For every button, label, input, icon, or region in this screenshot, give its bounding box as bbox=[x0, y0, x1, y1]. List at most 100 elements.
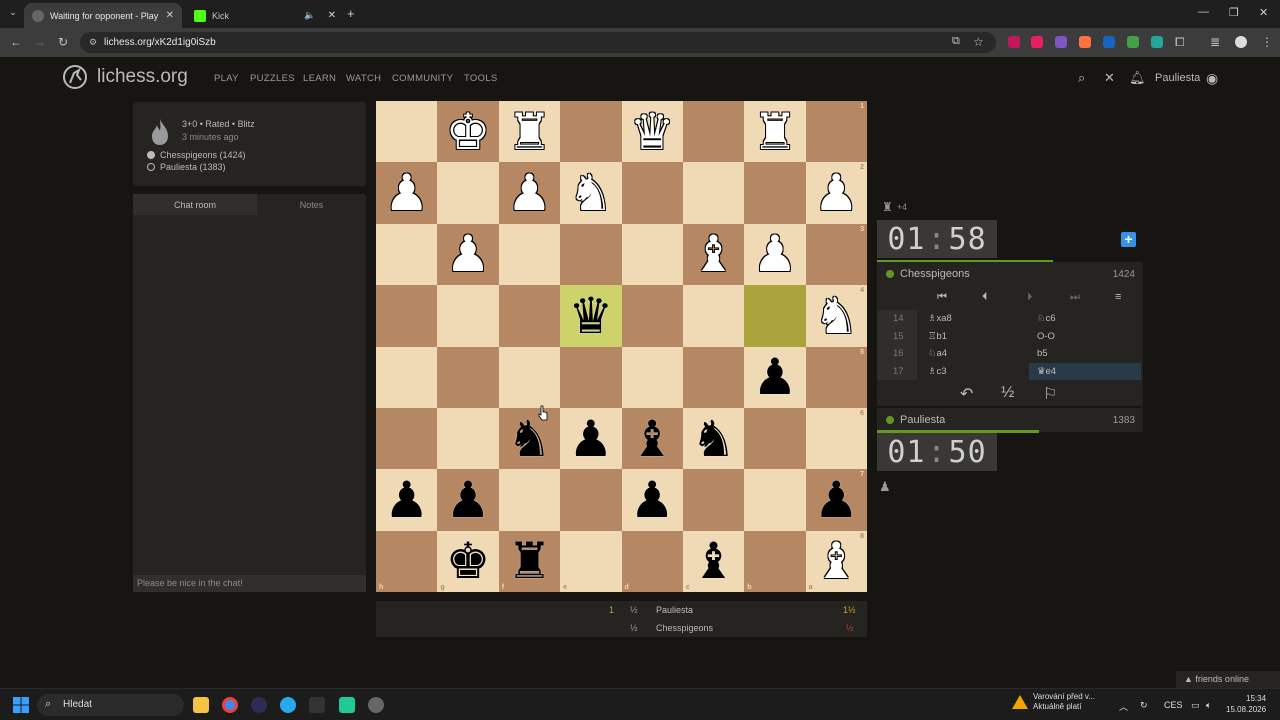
square-c5[interactable] bbox=[682, 346, 745, 408]
square-a7[interactable]: 7 ♟ bbox=[805, 469, 867, 531]
site-info-icon[interactable]: ⚙ bbox=[89, 37, 97, 48]
score-player-name[interactable]: Pauliesta bbox=[656, 605, 693, 615]
square-f7[interactable] bbox=[498, 469, 561, 531]
close-tab-icon[interactable]: ✕ bbox=[166, 10, 174, 21]
black-piece-icon[interactable]: ♞ bbox=[691, 414, 736, 464]
square-g5[interactable] bbox=[437, 346, 499, 408]
nav-tools[interactable]: TOOLS bbox=[464, 73, 498, 84]
white-piece-icon[interactable]: ♟ bbox=[814, 168, 859, 218]
player-white[interactable]: Chesspigeons (1424) bbox=[147, 150, 246, 160]
install-icon[interactable]: ⧉ bbox=[952, 35, 960, 48]
square-h2[interactable]: ♟ bbox=[376, 162, 438, 224]
nav-watch[interactable]: WATCH bbox=[346, 73, 381, 84]
file-explorer-icon[interactable] bbox=[193, 697, 209, 713]
lichess-horse-logo-icon[interactable] bbox=[62, 64, 88, 90]
extensions-puzzle-icon[interactable]: ⧠ bbox=[1175, 35, 1185, 50]
black-move[interactable]: ♛e4 bbox=[1029, 362, 1141, 380]
system-clock[interactable]: 15:34 15.08.2026 bbox=[1226, 693, 1266, 715]
taskbar-search[interactable]: ⌕ Hledat bbox=[37, 694, 184, 716]
square-a1[interactable]: 1 bbox=[805, 101, 867, 163]
new-tab-icon[interactable]: + bbox=[347, 6, 355, 21]
language-indicator[interactable]: CES bbox=[1164, 700, 1183, 710]
square-c8[interactable]: c ♝ bbox=[682, 530, 745, 592]
black-piece-icon[interactable]: ♚ bbox=[446, 536, 491, 586]
square-f4[interactable] bbox=[498, 285, 561, 347]
square-e8[interactable]: e bbox=[560, 530, 622, 592]
square-c2[interactable] bbox=[682, 162, 745, 224]
white-piece-icon[interactable]: ♝ bbox=[691, 229, 736, 279]
square-e5[interactable] bbox=[560, 346, 622, 408]
terminal-icon[interactable] bbox=[309, 697, 325, 713]
extension-icon[interactable] bbox=[1127, 36, 1139, 48]
white-move[interactable]: ♗c3 bbox=[928, 366, 947, 377]
black-piece-icon[interactable]: ♟ bbox=[814, 475, 859, 525]
app-icon[interactable] bbox=[368, 697, 384, 713]
opponent-name-row[interactable]: Chesspigeons 1424 bbox=[877, 262, 1143, 286]
chess-board[interactable]: ♚ ♜ ♛ ♜ 1 ♟ ♟ ♞ 2 ♟ ♟ ♝ ♟ 3 ♛ 4 ♞ ♟ 5 ♞ ♟ ♝ ♞ 6 ♟ ♟ ♟ 7 ♟ h g ♚ f ♜ e d c ♝ b 8… bbox=[376, 101, 867, 592]
extension-icon[interactable] bbox=[1079, 36, 1091, 48]
player-name-row[interactable]: Pauliesta 1383 bbox=[877, 408, 1143, 432]
tab-notes[interactable]: Notes bbox=[257, 194, 366, 215]
square-e2[interactable]: ♞ bbox=[560, 162, 622, 224]
square-e4[interactable]: ♛ bbox=[560, 285, 622, 347]
prev-move-icon[interactable]: ⏴ bbox=[982, 291, 988, 304]
white-move[interactable]: ♖b1 bbox=[928, 331, 947, 342]
telegram-icon[interactable] bbox=[280, 697, 296, 713]
square-f5[interactable] bbox=[498, 346, 561, 408]
app-icon[interactable] bbox=[339, 697, 355, 713]
white-piece-icon[interactable]: ♟ bbox=[753, 229, 798, 279]
site-logo-text[interactable]: lichess.org bbox=[97, 66, 188, 88]
forward-icon[interactable]: → bbox=[34, 35, 46, 49]
white-piece-icon[interactable]: ♟ bbox=[446, 229, 491, 279]
black-piece-icon[interactable]: ♛ bbox=[568, 291, 613, 341]
white-piece-icon[interactable]: ♞ bbox=[568, 168, 613, 218]
back-icon[interactable]: ← bbox=[10, 35, 22, 49]
black-piece-icon[interactable]: ♟ bbox=[630, 475, 675, 525]
square-g2[interactable] bbox=[437, 162, 499, 224]
black-piece-icon[interactable]: ♝ bbox=[691, 536, 736, 586]
black-piece-icon[interactable]: ♟ bbox=[753, 352, 798, 402]
square-h1[interactable] bbox=[376, 101, 438, 163]
opponent-name[interactable]: Chesspigeons bbox=[900, 268, 970, 280]
square-a8[interactable]: 8 a ♝ bbox=[805, 530, 867, 592]
square-g3[interactable]: ♟ bbox=[437, 223, 499, 286]
white-piece-icon[interactable]: ♝ bbox=[814, 536, 859, 586]
extension-icon[interactable] bbox=[1103, 36, 1115, 48]
square-d3[interactable] bbox=[621, 223, 683, 286]
add-time-button[interactable]: + bbox=[1121, 232, 1136, 247]
user-avatar-icon[interactable]: ◉ bbox=[1206, 70, 1218, 87]
white-move[interactable]: ♘a4 bbox=[928, 348, 947, 359]
square-g4[interactable] bbox=[437, 285, 499, 347]
display-icon[interactable]: ▭ bbox=[1191, 700, 1200, 711]
first-move-icon[interactable]: ⏮ bbox=[937, 291, 947, 304]
square-h7[interactable]: ♟ bbox=[376, 469, 438, 531]
square-g1[interactable]: ♚ bbox=[437, 101, 499, 163]
square-e3[interactable] bbox=[560, 223, 622, 286]
square-e1[interactable] bbox=[560, 101, 622, 163]
square-e6[interactable]: ♟ bbox=[560, 407, 622, 470]
black-piece-icon[interactable]: ♟ bbox=[446, 475, 491, 525]
speaker-icon[interactable]: 🔈 bbox=[304, 10, 315, 21]
tray-chevron-icon[interactable]: ︿ bbox=[1119, 700, 1128, 713]
square-h3[interactable] bbox=[376, 223, 438, 286]
profile-avatar[interactable] bbox=[1235, 36, 1247, 48]
nav-learn[interactable]: LEARN bbox=[303, 73, 336, 84]
square-a4[interactable]: 4 ♞ bbox=[805, 285, 867, 347]
white-piece-icon[interactable]: ♟ bbox=[507, 168, 552, 218]
extension-icon[interactable] bbox=[1031, 36, 1043, 48]
close-tab-icon[interactable]: ✕ bbox=[328, 10, 336, 21]
square-d1[interactable]: ♛ bbox=[621, 101, 683, 163]
notification-bell-icon[interactable]: 🔔︎ bbox=[1129, 70, 1146, 86]
square-d2[interactable] bbox=[621, 162, 683, 224]
square-c3[interactable]: ♝ bbox=[682, 223, 745, 286]
square-c7[interactable] bbox=[682, 469, 745, 531]
chrome-icon[interactable] bbox=[222, 697, 238, 713]
speaker-icon[interactable]: 🔈︎ bbox=[1206, 700, 1211, 711]
score-player-name[interactable]: Chesspigeons bbox=[656, 623, 713, 633]
black-piece-icon[interactable]: ♟ bbox=[384, 475, 429, 525]
weather-warning[interactable]: Varování před v... Aktuálně platí bbox=[1033, 692, 1095, 712]
extension-icon[interactable] bbox=[1008, 36, 1020, 48]
square-f1[interactable]: ♜ bbox=[498, 101, 561, 163]
square-b1[interactable]: ♜ bbox=[744, 101, 806, 163]
square-c1[interactable] bbox=[682, 101, 745, 163]
